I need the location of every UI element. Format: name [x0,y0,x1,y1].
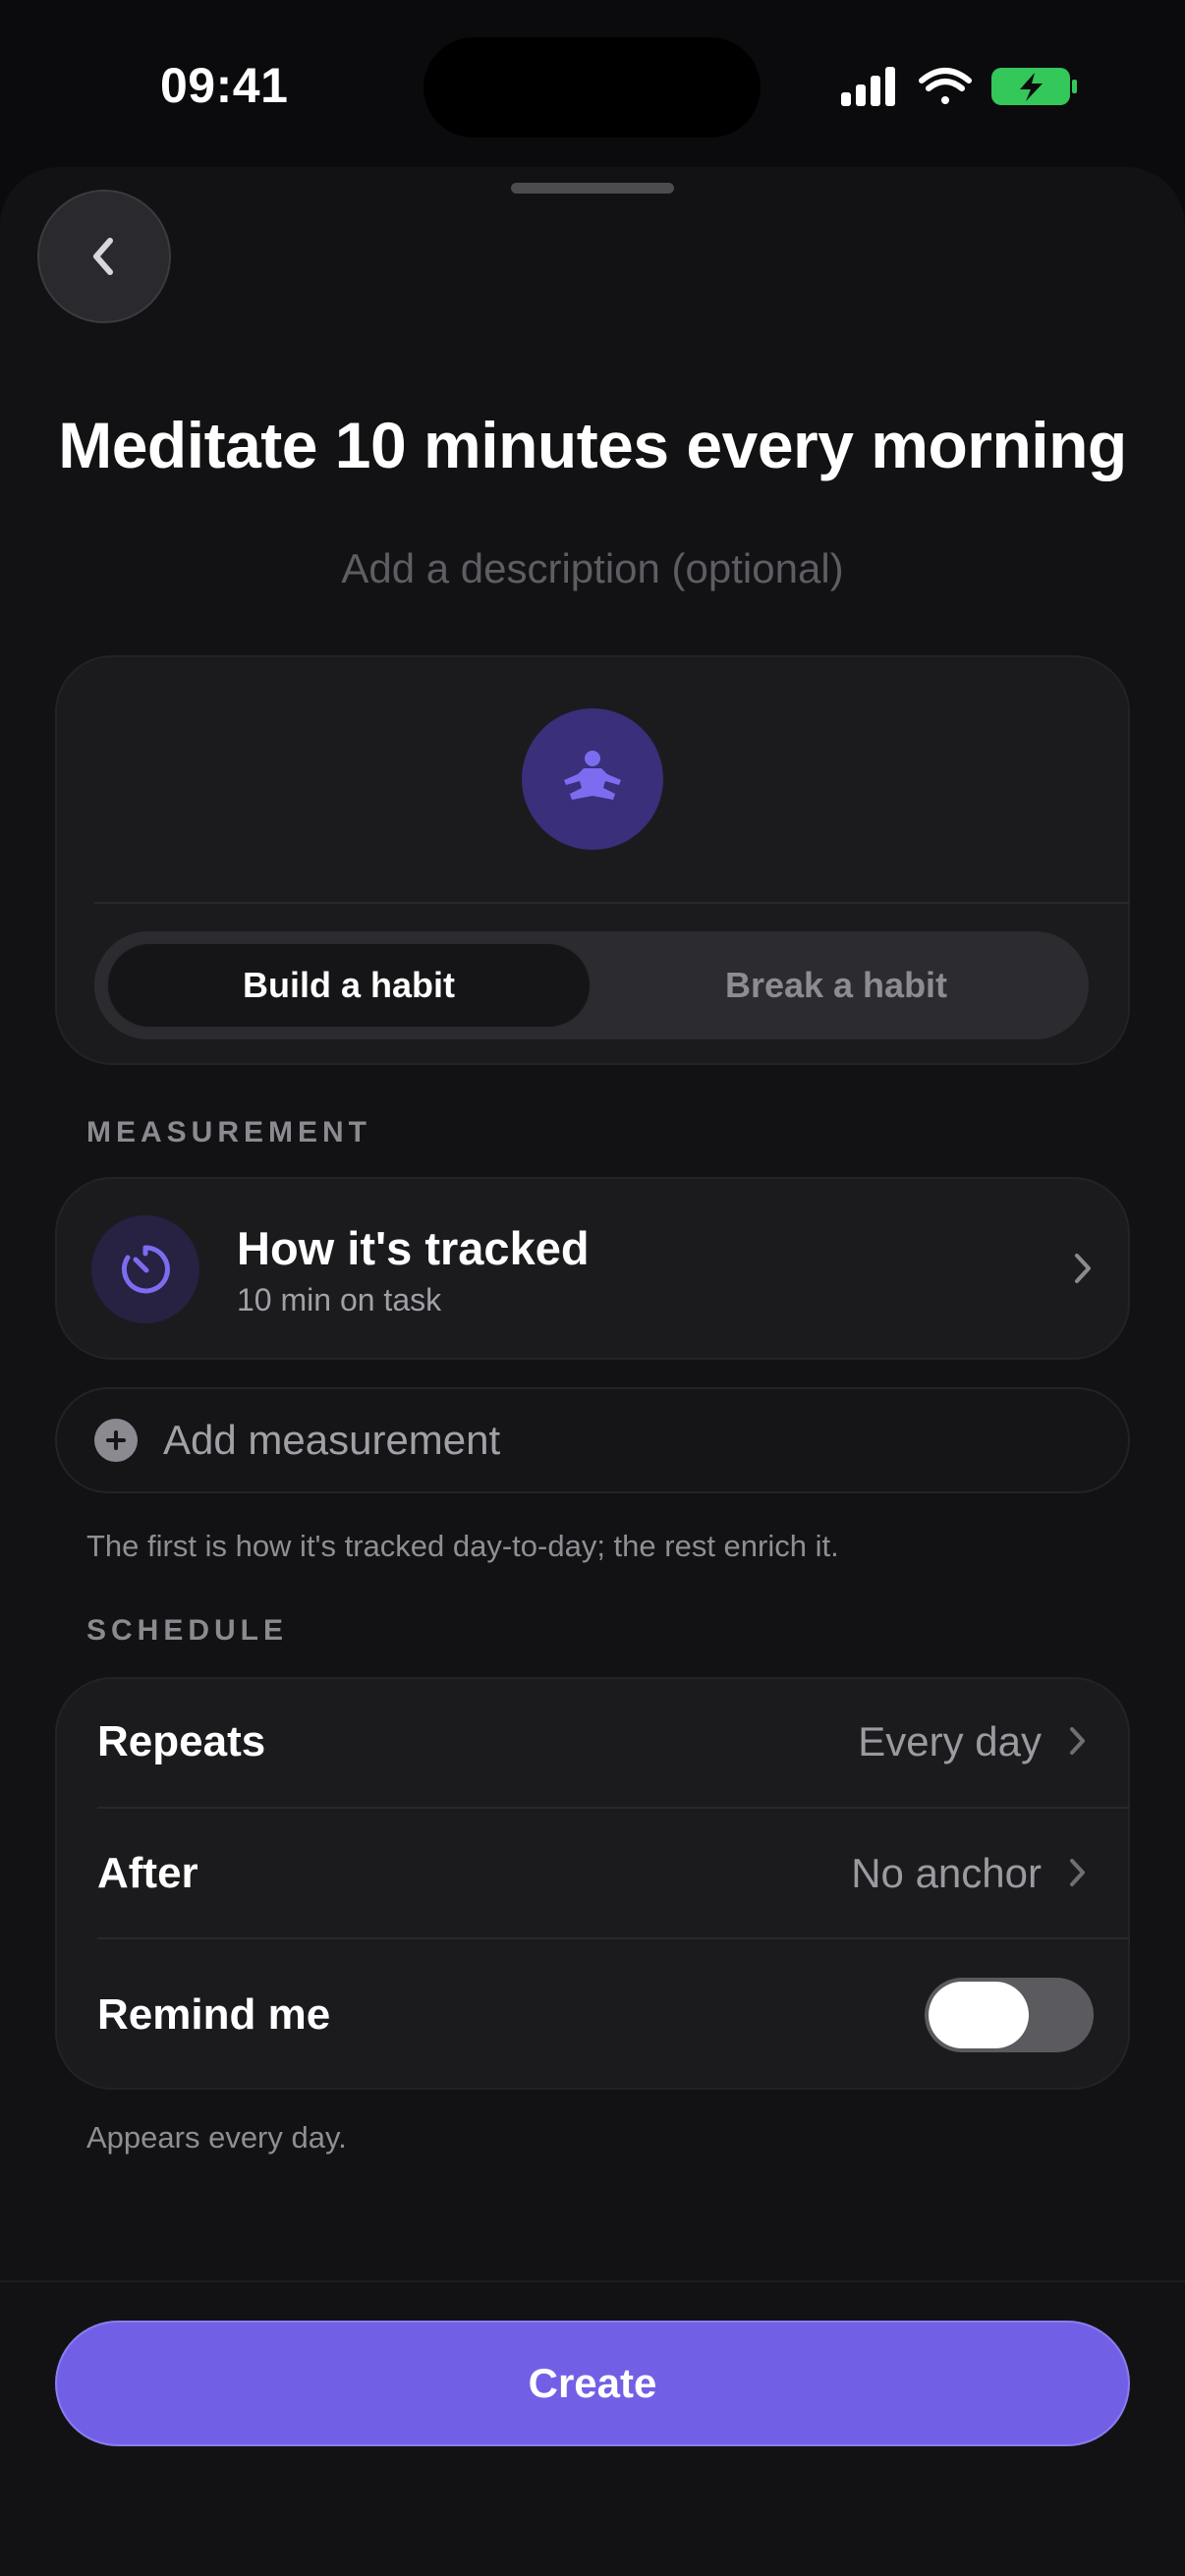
card-divider [94,902,1130,904]
after-label[interactable]: After [97,1849,198,1898]
chevron-right-icon [1075,1254,1091,1283]
segment-break-habit[interactable]: Break a habit [593,942,1079,1029]
tracking-icon-badge [91,1215,199,1323]
measurement-section-label: MEASUREMENT [86,1116,372,1148]
row-divider [97,1807,1130,1809]
remind-me-label: Remind me [97,1990,331,2039]
chevron-left-icon [93,238,113,275]
status-icons [837,65,1078,108]
after-value[interactable]: No anchor [851,1850,1042,1897]
timer-icon [121,1245,170,1294]
footer-divider [0,2280,1185,2282]
schedule-hint: Appears every day. [86,2120,347,2155]
measurement-hint: The first is how it's tracked day-to-day… [86,1529,839,1563]
sheet-grabber[interactable] [511,183,674,194]
row-divider [97,1937,1130,1939]
add-measurement-label: Add measurement [163,1417,501,1463]
status-time: 09:41 [160,58,289,113]
toggle-knob [929,1982,1029,2048]
cellular-signal-icon [841,67,895,106]
repeats-value[interactable]: Every day [858,1718,1042,1765]
habit-icon-button[interactable] [522,708,663,850]
repeats-label[interactable]: Repeats [97,1717,265,1766]
tracking-subtitle: 10 min on task [237,1282,442,1317]
segment-build-habit[interactable]: Build a habit [106,942,592,1029]
schedule-section-label: SCHEDULE [86,1614,289,1647]
back-button[interactable] [37,190,171,323]
screen: 09:41 Meditate 10 minutes every morning … [0,0,1185,2576]
dynamic-island [423,37,761,138]
tracking-title: How it's tracked [237,1222,590,1274]
tracking-row[interactable] [55,1177,1130,1360]
wifi-icon [919,68,972,104]
chevron-right-icon [1070,1727,1085,1755]
chevron-right-icon [1070,1859,1085,1886]
habit-title[interactable]: Meditate 10 minutes every morning [0,408,1185,482]
create-habit-sheet [0,167,1185,2576]
remind-me-toggle[interactable] [925,1978,1094,2052]
battery-icon [991,68,1077,105]
meditation-icon [564,751,621,800]
create-button[interactable]: Create [55,2321,1130,2446]
plus-circle-icon [94,1419,138,1462]
description-field[interactable]: Add a description (optional) [0,545,1185,592]
